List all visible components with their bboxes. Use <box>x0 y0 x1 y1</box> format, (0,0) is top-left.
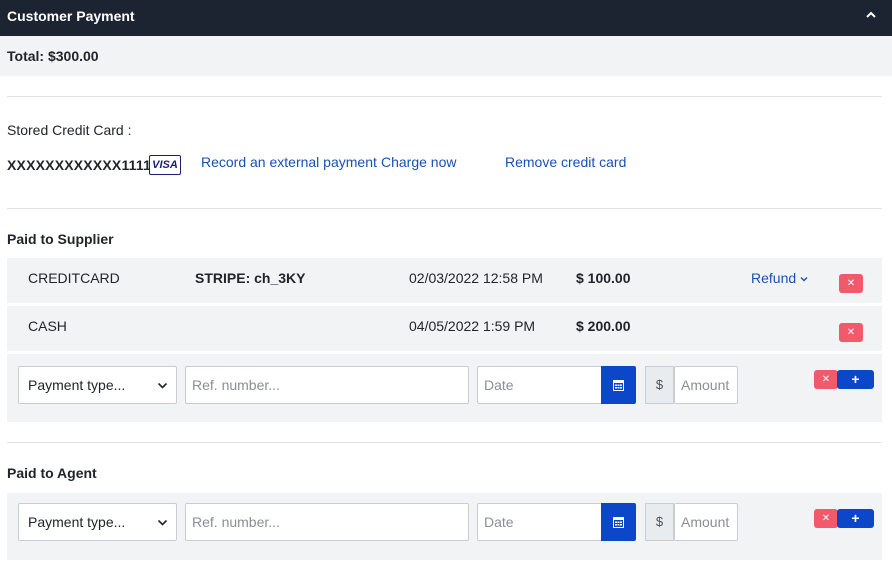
calendar-icon <box>613 380 624 391</box>
chevron-down-icon <box>800 277 808 282</box>
refund-dropdown[interactable]: Refund <box>751 270 809 286</box>
chevron-down-icon <box>157 519 168 526</box>
divider <box>7 208 882 209</box>
total-amount: Total: $300.00 <box>7 48 99 64</box>
card-number: XXXXXXXXXXXX1111 <box>7 157 152 173</box>
table-row: CASH 04/05/2022 1:59 PM $ 200.00 ✕ <box>7 306 882 351</box>
ref-number-input[interactable] <box>185 366 469 404</box>
panel-title: Customer Payment <box>7 8 135 24</box>
payment-type: CASH <box>28 318 67 334</box>
payment-type-select-value: Payment type... <box>28 377 126 393</box>
payment-amount: $ 100.00 <box>576 270 631 286</box>
payment-amount: $ 200.00 <box>576 318 631 334</box>
payment-type-select[interactable]: Payment type... <box>18 503 177 541</box>
payment-type-select[interactable]: Payment type... <box>18 366 177 404</box>
date-input[interactable] <box>477 503 602 541</box>
delete-payment-button[interactable]: ✕ <box>839 274 863 293</box>
agent-section-title: Paid to Agent <box>7 465 97 481</box>
ref-number-input[interactable] <box>185 503 469 541</box>
table-row: CREDITCARD STRIPE: ch_3KY 02/03/2022 12:… <box>7 258 882 303</box>
refund-label: Refund <box>751 270 797 286</box>
divider <box>7 96 882 97</box>
row-separator <box>7 351 882 354</box>
agent-payments-panel: Payment type... $ ✕ + <box>7 493 882 560</box>
remove-row-button[interactable]: ✕ <box>814 370 838 389</box>
amount-input[interactable] <box>674 366 738 404</box>
payment-ref: STRIPE: ch_3KY <box>195 270 306 286</box>
currency-addon: $ <box>645 366 674 404</box>
visa-icon: VISA <box>149 155 181 175</box>
amount-input[interactable] <box>674 503 738 541</box>
record-external-payment-link[interactable]: Record an external payment <box>201 154 377 170</box>
stored-card-label: Stored Credit Card : <box>7 122 132 138</box>
panel-header: Customer Payment <box>0 0 892 36</box>
payment-type: CREDITCARD <box>28 270 120 286</box>
currency-addon: $ <box>645 503 674 541</box>
add-payment-button[interactable]: + <box>837 509 874 528</box>
calendar-button[interactable] <box>601 503 636 541</box>
delete-payment-button[interactable]: ✕ <box>839 323 863 342</box>
calendar-icon <box>613 517 624 528</box>
charge-now-link[interactable]: Charge now <box>381 154 457 170</box>
remove-row-button[interactable]: ✕ <box>814 509 838 528</box>
add-payment-button[interactable]: + <box>837 370 874 389</box>
date-input[interactable] <box>477 366 602 404</box>
chevron-down-icon <box>157 382 168 389</box>
divider <box>7 442 882 443</box>
payment-type-select-value: Payment type... <box>28 514 126 530</box>
calendar-button[interactable] <box>601 366 636 404</box>
total-bar: Total: $300.00 <box>0 36 892 76</box>
supplier-section-title: Paid to Supplier <box>7 231 114 247</box>
chevron-up-icon[interactable] <box>864 8 878 22</box>
payment-date: 02/03/2022 12:58 PM <box>409 270 543 286</box>
remove-credit-card-link[interactable]: Remove credit card <box>505 154 626 170</box>
supplier-payments-panel: CREDITCARD STRIPE: ch_3KY 02/03/2022 12:… <box>7 258 882 422</box>
payment-date: 04/05/2022 1:59 PM <box>409 318 536 334</box>
